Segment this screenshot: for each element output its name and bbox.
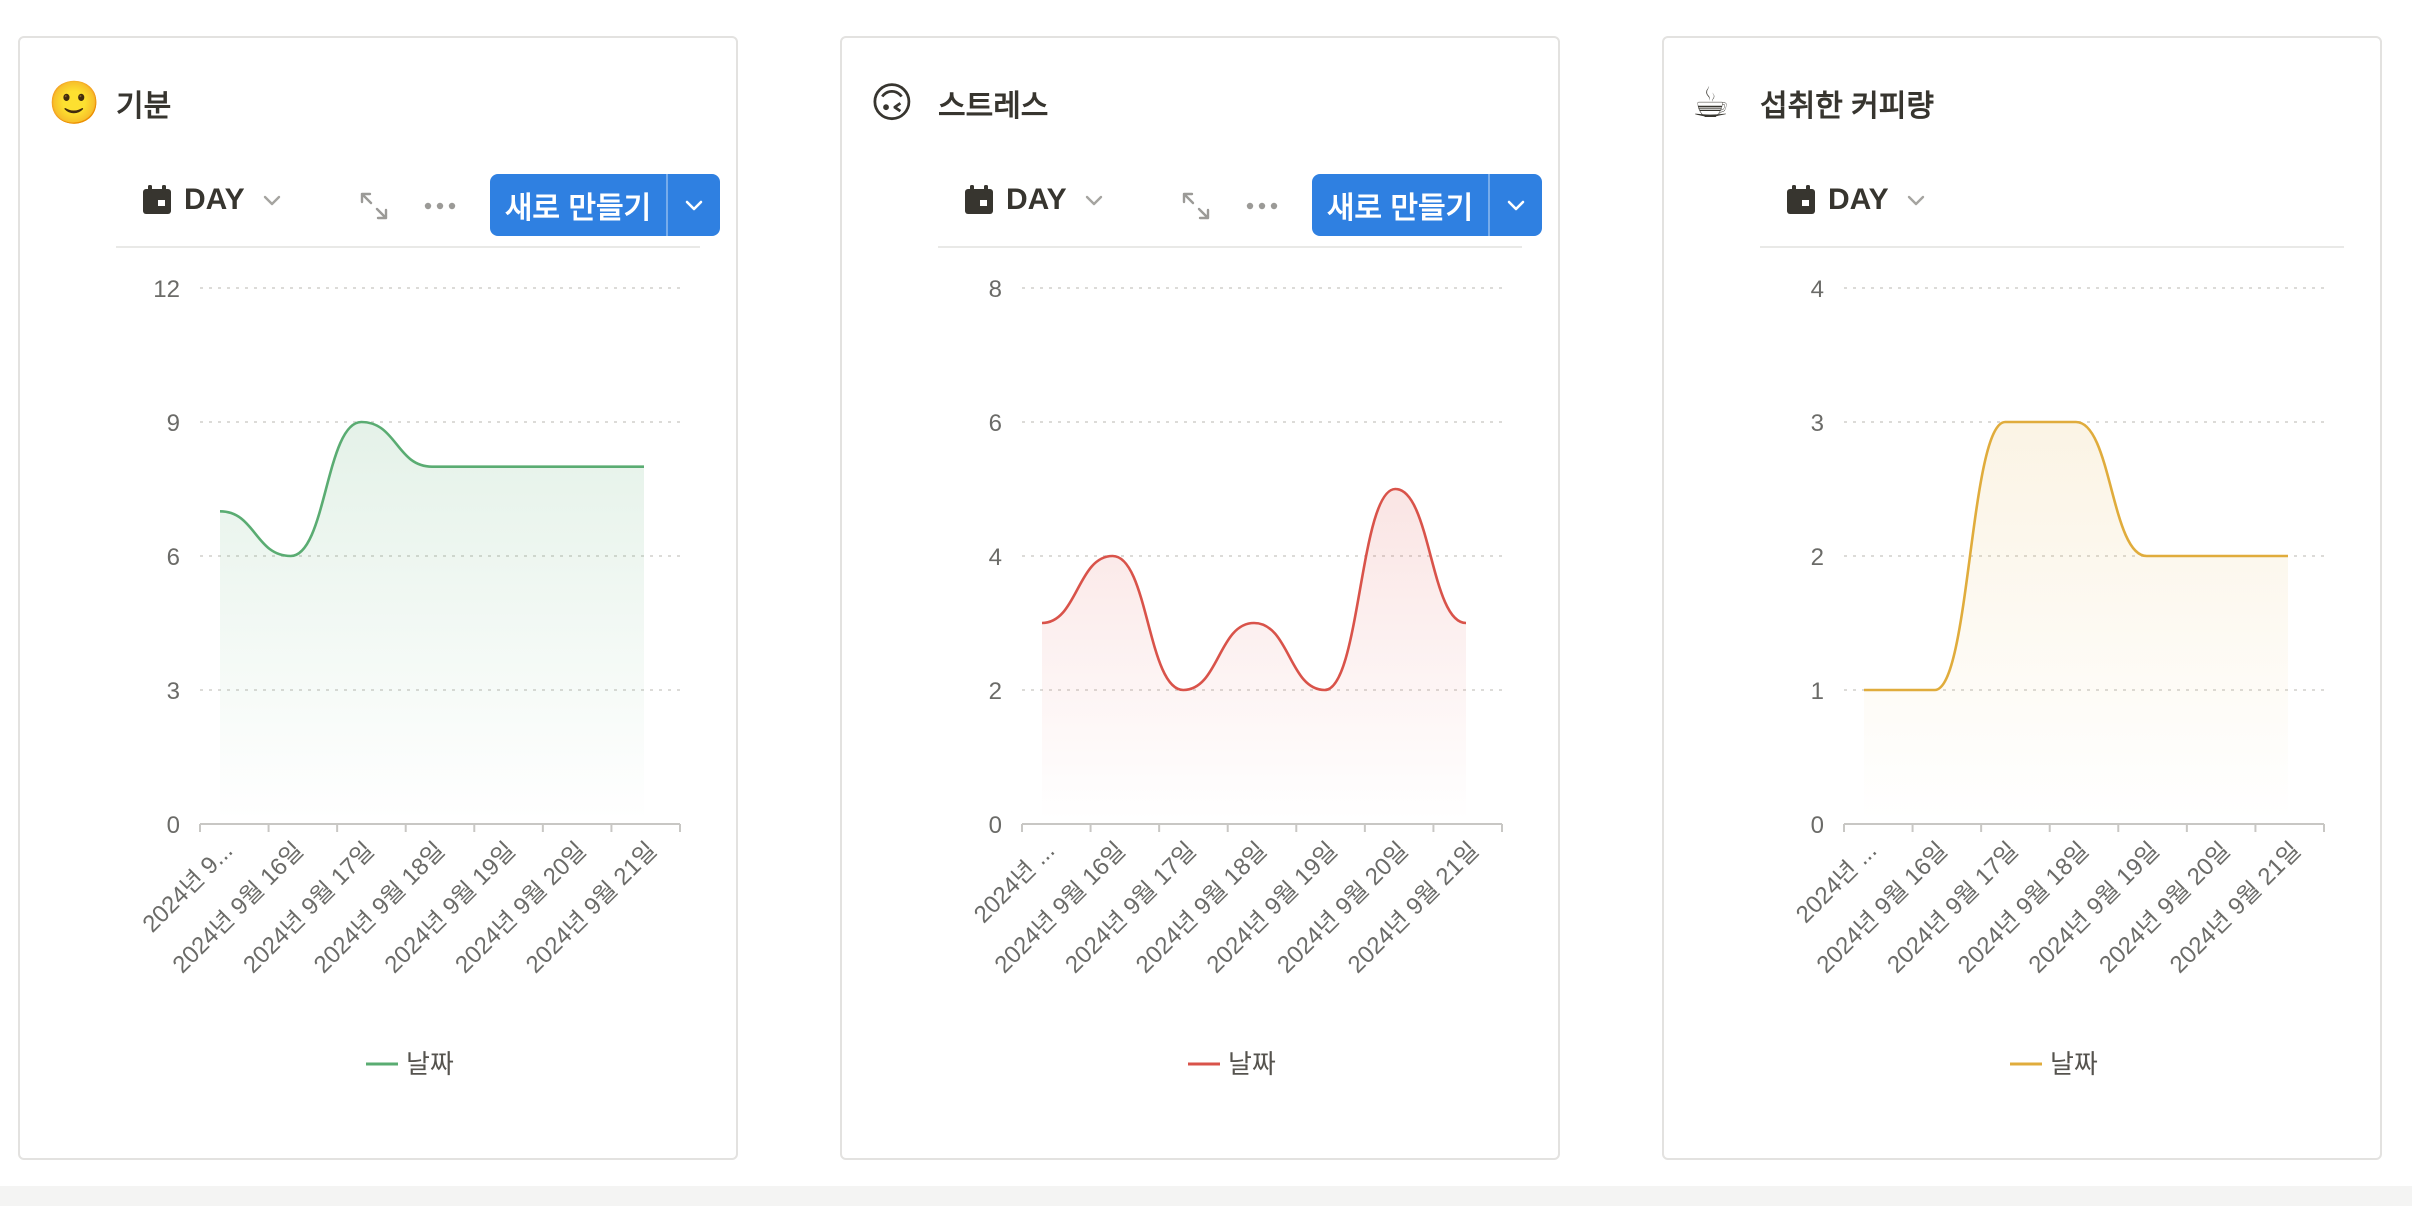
y-tick-label: 0 [989, 812, 1002, 839]
legend-label[interactable]: 날짜 [2050, 1049, 2098, 1079]
data-point[interactable] [498, 462, 508, 472]
data-point[interactable] [1249, 618, 1259, 628]
y-tick-label: 1 [1811, 678, 1824, 705]
data-point[interactable] [1037, 618, 1047, 628]
data-point[interactable] [2000, 417, 2010, 427]
x-tick-label: 2024년 9월 21일 [2165, 837, 2306, 978]
data-point[interactable] [1390, 484, 1400, 494]
x-tick-label: 2024년 9월 19일 [379, 837, 520, 978]
series-area [1042, 489, 1466, 820]
y-tick-label: 3 [1811, 410, 1824, 437]
y-tick-label: 12 [153, 276, 180, 303]
chart-card: ☕ 섭취한 커피량 DAY 0 1 2 3 4 2024년 ... 2024년 9월 16일… [1662, 36, 2382, 1160]
x-tick-label: 2024년 9월 20일 [1272, 837, 1413, 978]
y-tick-label: 9 [167, 410, 180, 437]
line-chart: 0369122024년 9...2024년 9월 16일2024년 9월 17일… [137, 276, 681, 1079]
x-tick-label: 2024년 9월 18일 [1953, 837, 2094, 978]
y-tick-label: 2 [989, 678, 1002, 705]
legend-label[interactable]: 날짜 [406, 1049, 454, 1079]
data-point[interactable] [2283, 551, 2293, 561]
data-point[interactable] [286, 551, 296, 561]
data-point[interactable] [568, 462, 578, 472]
series-area [1864, 422, 2288, 820]
x-tick-label: 2024년 9월 18일 [309, 837, 450, 978]
bottom-scroll-strip [0, 1186, 2412, 1206]
y-tick-label: 3 [167, 678, 180, 705]
data-point[interactable] [639, 462, 649, 472]
x-tick-label: 2024년 9월 21일 [1343, 837, 1484, 978]
x-tick-label: 2024년 9월 17일 [1060, 837, 1201, 978]
chart-card: 🙂 기분 DAY 새로 만들기 0 3 6 9 12 2024년 9... 20… [18, 36, 738, 1160]
x-tick-label: 2024년 9월 20일 [2094, 837, 2235, 978]
y-tick-label: 0 [167, 812, 180, 839]
data-point[interactable] [1178, 685, 1188, 695]
data-point[interactable] [356, 417, 366, 427]
y-tick-label: 0 [1811, 812, 1824, 839]
x-tick-label: 2024년 9월 19일 [2023, 837, 2164, 978]
x-tick-label: 2024년 9월 16일 [167, 837, 308, 978]
y-tick-label: 8 [989, 276, 1002, 303]
x-tick-label: 2024년 9월 16일 [989, 837, 1130, 978]
legend-label[interactable]: 날짜 [1228, 1049, 1276, 1079]
data-point[interactable] [2142, 551, 2152, 561]
data-point[interactable] [2212, 551, 2222, 561]
chart-card: 🙃 스트레스 DAY 새로 만들기 0 2 4 6 8 2024년 ... 20… [840, 36, 1560, 1160]
data-point[interactable] [1859, 685, 1869, 695]
x-tick-label: 2024년 9월 17일 [1882, 837, 2023, 978]
line-chart: 012342024년 ...2024년 9월 16일2024년 9월 17일20… [1791, 276, 2325, 1079]
data-point[interactable] [427, 462, 437, 472]
x-tick-label: 2024년 9월 21일 [521, 837, 662, 978]
data-point[interactable] [1930, 685, 1940, 695]
x-tick-label: 2024년 9월 18일 [1131, 837, 1272, 978]
data-point[interactable] [1320, 685, 1330, 695]
y-tick-label: 6 [167, 544, 180, 571]
x-tick-label: 2024년 9월 17일 [238, 837, 379, 978]
series-area [220, 422, 644, 820]
x-tick-label: 2024년 9월 16일 [1811, 837, 1952, 978]
x-tick-label: 2024년 9월 19일 [1201, 837, 1342, 978]
y-tick-label: 4 [989, 544, 1002, 571]
data-point[interactable] [1108, 551, 1118, 561]
x-tick-label: 2024년 9월 20일 [450, 837, 591, 978]
data-point[interactable] [1461, 618, 1471, 628]
y-tick-label: 2 [1811, 544, 1824, 571]
y-tick-label: 6 [989, 410, 1002, 437]
data-point[interactable] [2071, 417, 2081, 427]
data-point[interactable] [215, 506, 225, 516]
y-tick-label: 4 [1811, 276, 1824, 303]
line-chart: 024682024년 ...2024년 9월 16일2024년 9월 17일20… [969, 276, 1503, 1079]
